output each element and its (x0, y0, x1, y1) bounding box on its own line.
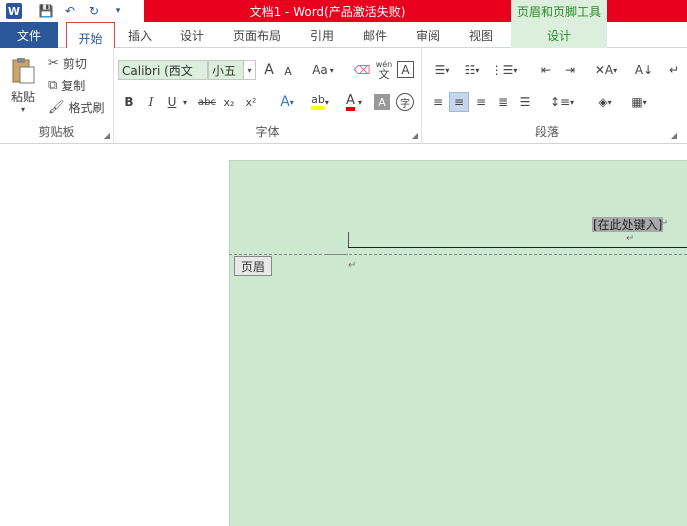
tab-file[interactable]: 文件 (0, 22, 58, 48)
ribbon: 粘贴 ▾ ✂ 剪切 ⧉ 复制 🖌 格式刷 剪贴板 ◢ Calibri (西文 ▾… (0, 48, 687, 144)
scissors-icon: ✂ (48, 55, 59, 71)
tab-insert[interactable]: 插入 (118, 22, 162, 48)
change-case-label: Aa (312, 63, 328, 77)
text-effects-icon[interactable]: A ▾ (274, 92, 300, 112)
grow-font-button[interactable]: A (260, 60, 278, 80)
quick-access-toolbar: W 💾 ↶ ↻ ▾ (0, 0, 130, 22)
font-group: Calibri (西文 ▾ 小五 ▾ A A Aa▾ ⌫ wén 文 A B I… (114, 48, 422, 144)
copy-button[interactable]: ⧉ 复制 (48, 76, 110, 94)
superscript-button[interactable]: x² (242, 92, 260, 112)
font-size-select[interactable]: 小五 (208, 60, 244, 80)
tab-review[interactable]: 审阅 (406, 22, 450, 48)
tab-page-layout[interactable]: 页面布局 (226, 22, 288, 48)
tab-mailings[interactable]: 邮件 (353, 22, 397, 48)
paragraph-mark-icon: ↵ (348, 260, 357, 271)
bullets-icon[interactable]: ☰ ▾ (428, 60, 456, 80)
paragraph-mark-icon: ↵ (626, 233, 635, 244)
paragraph-mark-icon: ↵ (660, 218, 669, 229)
context-tools-header: 页眉和页脚工具 (511, 0, 607, 22)
shading-icon[interactable]: ◈ ▾ (590, 92, 620, 112)
margin-tick (348, 232, 349, 248)
line-spacing-icon[interactable]: ↕≡ ▾ (546, 92, 578, 112)
tab-view[interactable]: 视图 (459, 22, 503, 48)
tab-header-footer-design[interactable]: 设计 (511, 22, 607, 48)
format-painter-label: 格式刷 (68, 100, 105, 115)
tab-design[interactable]: 设计 (170, 22, 214, 48)
window-title: 文档1 - Word(产品激活失败) (144, 0, 511, 22)
font-name-select[interactable]: Calibri (西文 (118, 60, 208, 80)
numbering-icon[interactable]: ☷ ▾ (458, 60, 486, 80)
tab-references[interactable]: 引用 (300, 22, 344, 48)
clipboard-group-label: 剪贴板 (38, 125, 75, 139)
font-color-icon[interactable]: A ▾ (340, 92, 368, 112)
ribbon-tabs: 文件 开始 插入 设计 页面布局 引用 邮件 审阅 视图 设计 (0, 22, 687, 53)
borders-icon[interactable]: ▦ ▾ (624, 92, 654, 112)
clipboard-launcher-icon[interactable]: ◢ (104, 131, 110, 140)
sort-icon[interactable]: A↓ (634, 60, 654, 80)
title-bar-right (607, 0, 687, 22)
paste-icon[interactable] (6, 56, 40, 86)
paragraph-group-label: 段落 (534, 125, 559, 139)
phonetic-guide-icon[interactable]: wén 文 (374, 58, 394, 82)
paragraph-group: ☰ ▾ ☷ ▾ ⋮☰ ▾ ⇤ ⇥ ✕A ▾ A↓ ↵ ≡ ≡ ≡ ≣ ☰ ↕≡ ▾ ◈ ▾ … (422, 48, 687, 144)
character-border-icon[interactable]: A (397, 61, 414, 78)
multilevel-list-icon[interactable]: ⋮☰ ▾ (488, 60, 520, 80)
decrease-indent-icon[interactable]: ⇤ (536, 60, 556, 80)
character-shading-icon[interactable]: A (374, 94, 390, 110)
highlight-color-icon[interactable]: ab ▾ (306, 92, 334, 112)
redo-icon[interactable]: ↻ (82, 1, 106, 21)
paste-button[interactable]: 粘贴 (4, 88, 42, 104)
italic-button[interactable]: I (142, 92, 160, 112)
undo-icon[interactable]: ↶ (58, 1, 82, 21)
format-painter-button[interactable]: 🖌 格式刷 (48, 98, 110, 116)
underline-button[interactable]: U (164, 92, 180, 112)
font-group-label: 字体 (255, 125, 280, 139)
shrink-font-button[interactable]: A (280, 62, 296, 80)
header-tag-label: 页眉 (234, 256, 273, 276)
document-page[interactable] (229, 160, 687, 526)
clear-formatting-icon[interactable]: ⌫ (352, 60, 372, 80)
justify-icon[interactable]: ≣ (493, 92, 513, 112)
cut-label: 剪切 (62, 56, 87, 71)
clipboard-group: 粘贴 ▾ ✂ 剪切 ⧉ 复制 🖌 格式刷 剪贴板 ◢ (0, 48, 114, 144)
align-center-icon[interactable]: ≡ (449, 92, 469, 112)
increase-indent-icon[interactable]: ⇥ (560, 60, 580, 80)
bold-button[interactable]: B (120, 92, 138, 112)
header-placeholder-text[interactable]: [在此处键入] (592, 217, 664, 232)
phonetic-bottom: 文 (378, 67, 390, 81)
chinese-layout-icon[interactable]: ✕A ▾ (590, 60, 622, 80)
enclose-characters-icon[interactable]: 字 (396, 93, 414, 111)
paste-dropdown-icon[interactable]: ▾ (16, 104, 30, 114)
paragraph-launcher-icon[interactable]: ◢ (671, 131, 677, 140)
copy-label: 复制 (61, 78, 86, 93)
header-bottom-border (348, 247, 687, 248)
cut-button[interactable]: ✂ 剪切 (48, 54, 110, 72)
customize-icon[interactable]: ▾ (106, 1, 130, 21)
change-case-dropdown-icon: ▾ (329, 65, 334, 75)
font-size-dropdown-icon[interactable]: ▾ (244, 60, 256, 80)
font-launcher-icon[interactable]: ◢ (412, 131, 418, 140)
brush-icon: 🖌 (48, 99, 65, 115)
word-app-icon[interactable]: W (6, 3, 22, 19)
align-left-icon[interactable]: ≡ (428, 92, 448, 112)
underline-dropdown-icon[interactable]: ▾ (180, 92, 190, 112)
title-bar: W 💾 ↶ ↻ ▾ 文档1 - Word(产品激活失败) 页眉和页脚工具 (0, 0, 687, 22)
copy-icon: ⧉ (48, 77, 58, 93)
align-right-icon[interactable]: ≡ (471, 92, 491, 112)
header-separator-line (229, 254, 687, 255)
change-case-button[interactable]: Aa ▾ (308, 60, 338, 80)
distributed-icon[interactable]: ☰ (515, 92, 535, 112)
strikethrough-button[interactable]: abc (196, 92, 218, 112)
subscript-button[interactable]: x₂ (220, 92, 238, 112)
show-formatting-icon[interactable]: ↵ (664, 60, 684, 80)
save-icon[interactable]: 💾 (34, 1, 58, 21)
